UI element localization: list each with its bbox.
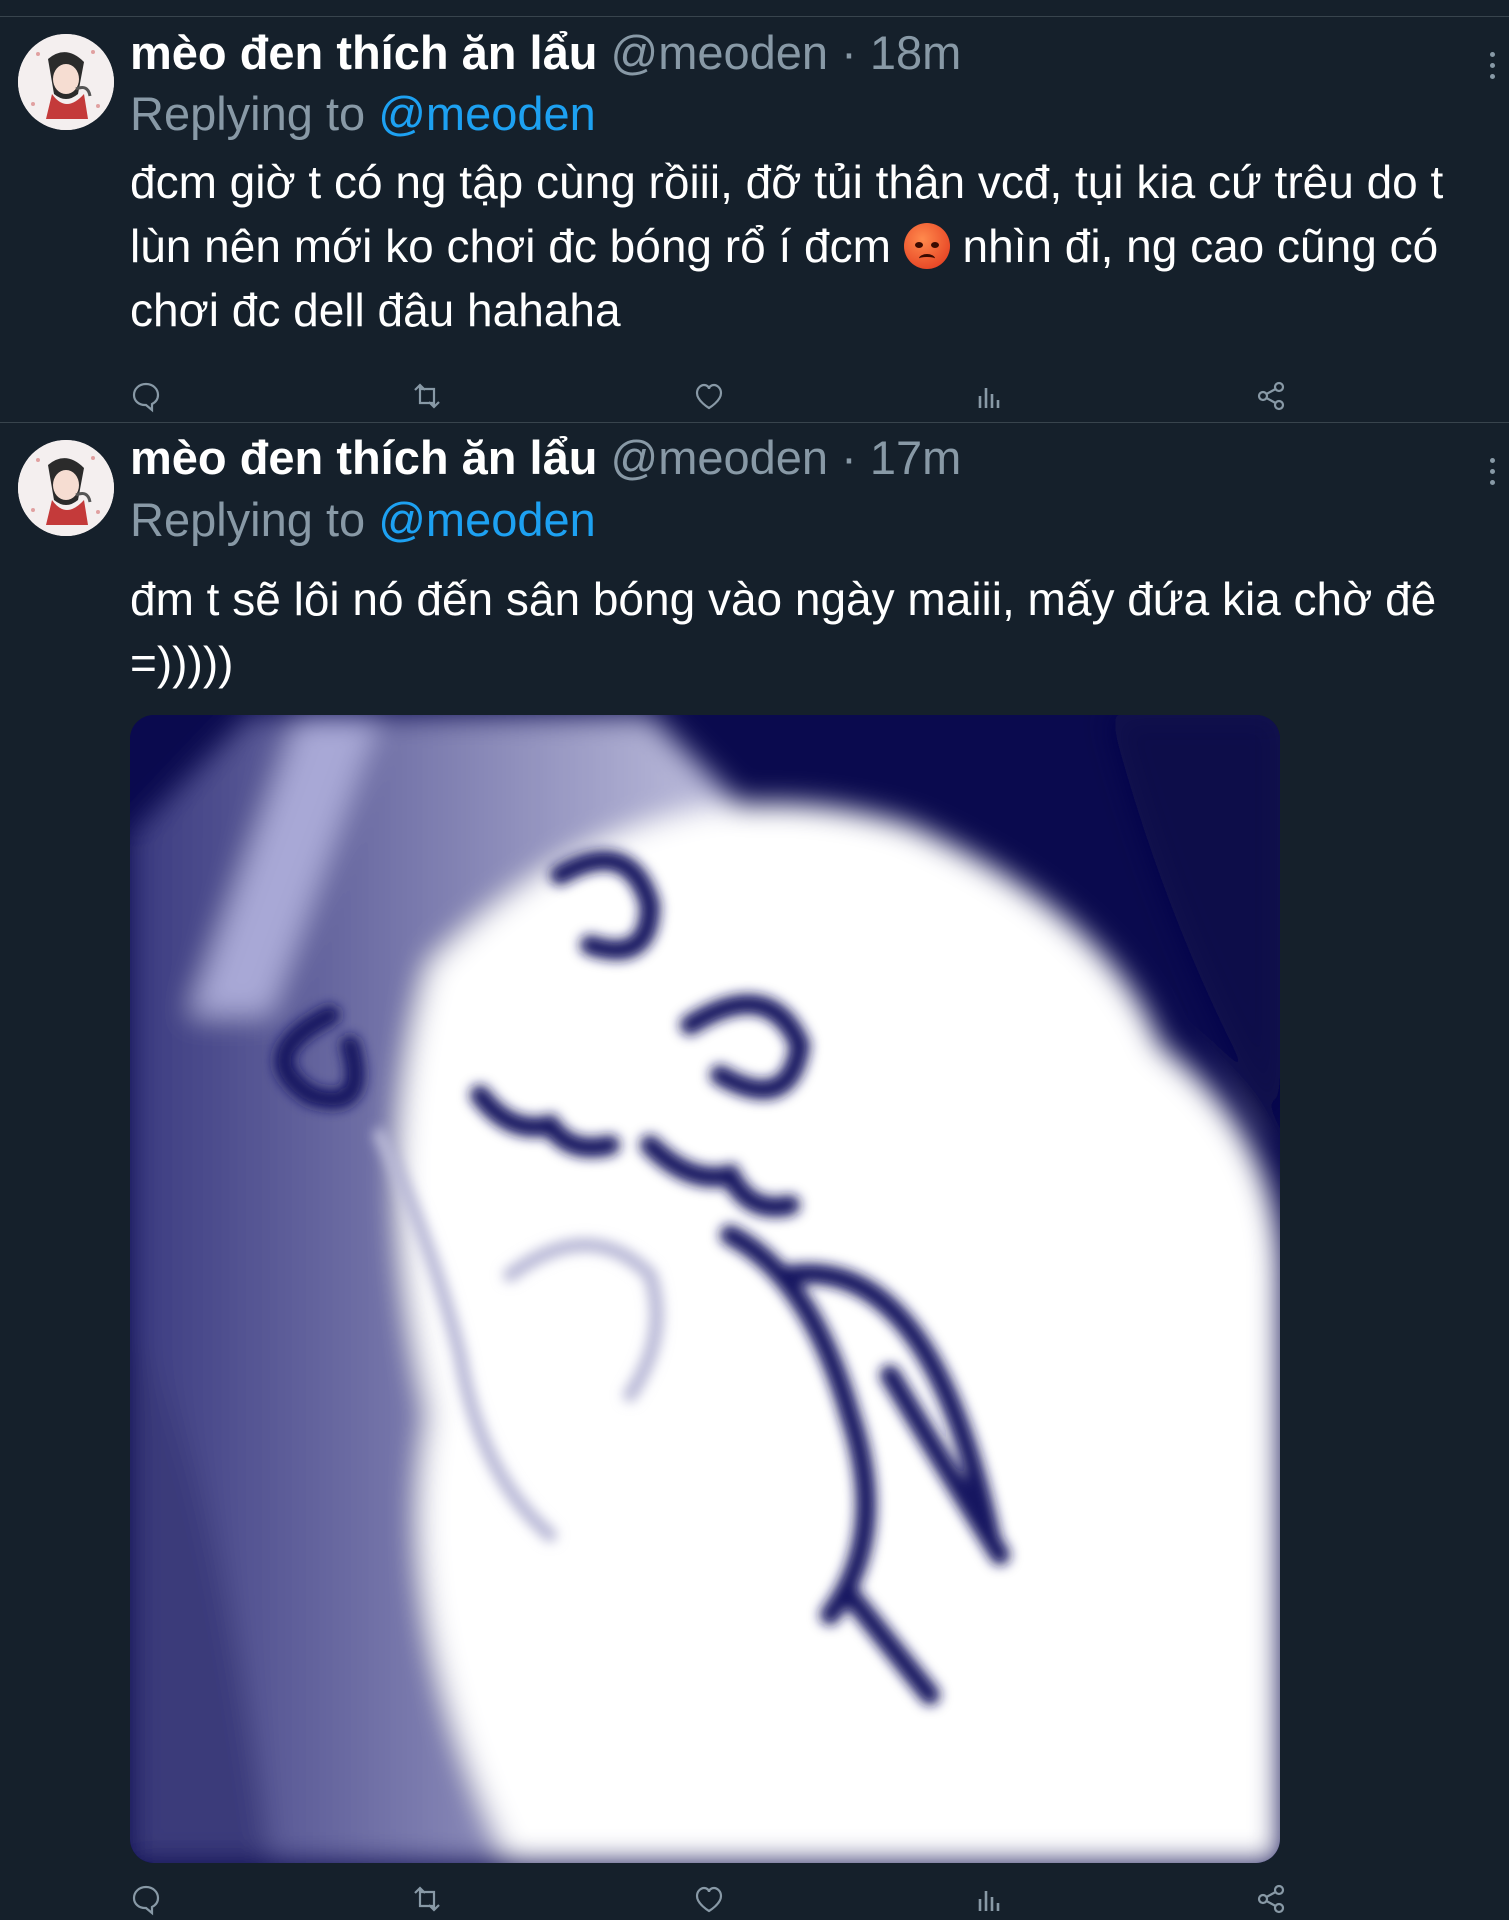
action-bar (0, 376, 1509, 416)
pouting-face-emoji (903, 223, 950, 269)
replying-handle-link[interactable]: @meoden (378, 493, 596, 546)
replying-to: Replying to @meoden (130, 492, 596, 548)
tweet-media-image[interactable] (130, 715, 1280, 1863)
action-bar (0, 1879, 1509, 1919)
separator-dot: · (841, 431, 857, 484)
more-icon[interactable] (1490, 52, 1498, 85)
analytics-icon[interactable] (970, 1879, 1010, 1919)
avatar[interactable] (18, 34, 114, 130)
replying-handle-link[interactable]: @meoden (378, 87, 596, 140)
user-handle[interactable]: @meoden (611, 26, 829, 79)
retweet-icon[interactable] (407, 1879, 447, 1919)
more-icon[interactable] (1490, 458, 1498, 491)
replying-prefix: Replying to (130, 87, 366, 140)
tweet-2[interactable]: mèo đen thích ăn lẩu @meoden · 17m Reply… (0, 423, 1509, 1920)
display-name[interactable]: mèo đen thích ăn lẩu (130, 431, 597, 484)
timestamp[interactable]: 18m (870, 26, 961, 79)
tweet-text: đm t sẽ lôi nó đến sân bóng vào ngày mai… (130, 573, 1437, 689)
like-icon[interactable] (689, 1879, 729, 1919)
reply-icon[interactable] (126, 376, 166, 416)
replying-to: Replying to @meoden (130, 86, 596, 142)
separator-dot: · (841, 26, 857, 79)
analytics-icon[interactable] (970, 376, 1010, 416)
tweet-text: đcm giờ t có ng tập cùng rồiii, đỡ tủi t… (130, 150, 1485, 342)
display-name[interactable]: mèo đen thích ăn lẩu (130, 26, 597, 79)
avatar[interactable] (18, 440, 114, 536)
like-icon[interactable] (689, 376, 729, 416)
reply-icon[interactable] (126, 1879, 166, 1919)
tweet-1[interactable]: mèo đen thích ăn lẩu @meoden · 18m Reply… (0, 17, 1509, 423)
share-icon[interactable] (1251, 1879, 1291, 1919)
share-icon[interactable] (1251, 376, 1291, 416)
tweet-header: mèo đen thích ăn lẩu @meoden · 18m (130, 25, 961, 81)
user-handle[interactable]: @meoden (611, 431, 829, 484)
tweet-header: mèo đen thích ăn lẩu @meoden · 17m (130, 430, 961, 486)
timestamp[interactable]: 17m (870, 431, 961, 484)
retweet-icon[interactable] (407, 376, 447, 416)
replying-prefix: Replying to (130, 493, 366, 546)
